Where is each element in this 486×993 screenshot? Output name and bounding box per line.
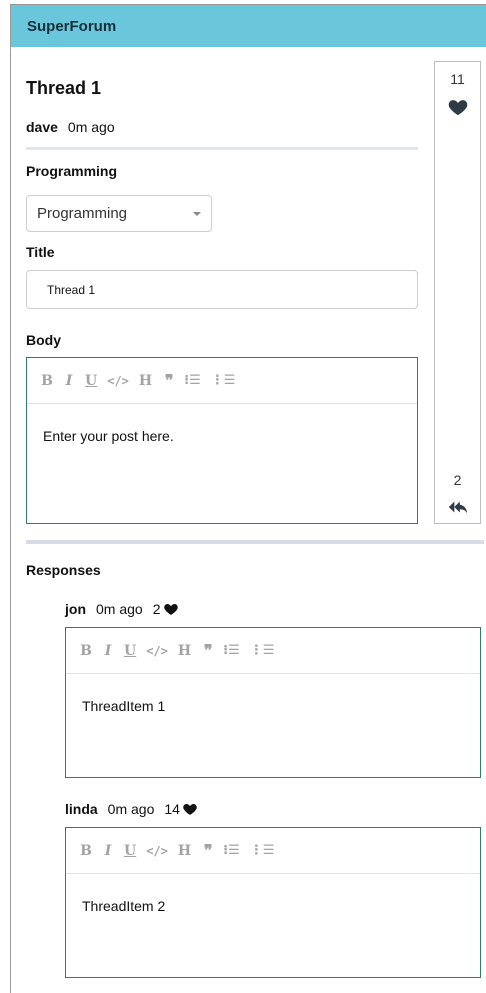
- category-selected-value: Programming: [37, 205, 128, 222]
- category-label: Programming: [26, 163, 118, 179]
- response-body[interactable]: ThreadItem 1: [66, 674, 480, 738]
- section-divider: [26, 540, 484, 544]
- heart-icon[interactable]: [163, 601, 179, 617]
- reply-all-icon[interactable]: [447, 496, 469, 518]
- italic-button[interactable]: I: [102, 843, 114, 859]
- chevron-down-icon: [193, 211, 201, 216]
- brand-logo[interactable]: SuperForum: [27, 18, 116, 35]
- points-count: 11: [450, 71, 465, 87]
- italic-button[interactable]: I: [102, 643, 114, 659]
- response-author[interactable]: linda: [65, 801, 98, 817]
- heart-icon[interactable]: [447, 96, 469, 118]
- response-body[interactable]: ThreadItem 2: [66, 874, 480, 938]
- heart-icon[interactable]: [182, 801, 198, 817]
- likes-count: 14: [164, 801, 180, 817]
- code-button[interactable]: </>: [146, 644, 168, 658]
- editor-toolbar: B I U </> H ❞ ⁝☰ ⋮☰: [27, 358, 417, 404]
- response-timestamp: 0m ago: [107, 801, 155, 817]
- title-input[interactable]: Thread 1: [26, 270, 418, 309]
- code-button[interactable]: </>: [107, 374, 129, 388]
- category-select[interactable]: Programming: [26, 195, 212, 232]
- code-button[interactable]: </>: [146, 844, 168, 858]
- bold-button[interactable]: B: [80, 643, 92, 659]
- bullet-list-button[interactable]: ⋮☰: [250, 643, 275, 658]
- underline-button[interactable]: U: [124, 643, 136, 659]
- thread-author[interactable]: dave: [26, 119, 58, 135]
- response-likes: 14: [164, 801, 198, 817]
- ordered-list-button[interactable]: ⁝☰: [184, 373, 201, 388]
- underline-button[interactable]: U: [124, 843, 136, 859]
- bullet-list-button[interactable]: ⋮☰: [211, 373, 236, 388]
- quote-button[interactable]: ❞: [162, 371, 174, 390]
- thread-stats-card: 11 2: [434, 61, 481, 524]
- response-timestamp: 0m ago: [96, 601, 143, 617]
- quote-button[interactable]: ❞: [201, 641, 213, 660]
- editor-toolbar: B I U </> H ❞ ⁝☰ ⋮☰: [66, 828, 480, 874]
- body-editor-content[interactable]: Enter your post here.: [27, 404, 417, 468]
- navbar: SuperForum: [11, 5, 486, 47]
- response-meta: jon 0m ago 2: [65, 601, 179, 617]
- ordered-list-button[interactable]: ⁝☰: [223, 643, 240, 658]
- thread-timestamp: 0m ago: [67, 119, 115, 135]
- heading-button[interactable]: H: [178, 643, 191, 659]
- title-input-value: Thread 1: [47, 282, 96, 297]
- italic-button[interactable]: I: [63, 373, 75, 389]
- editor-toolbar: B I U </> H ❞ ⁝☰ ⋮☰: [66, 628, 480, 674]
- thread-meta: dave 0m ago: [26, 119, 115, 135]
- ordered-list-button[interactable]: ⁝☰: [223, 843, 240, 858]
- response-meta: linda 0m ago 14: [65, 801, 198, 817]
- responses-count: 2: [453, 472, 462, 488]
- title-label: Title: [26, 244, 55, 260]
- bullet-list-button[interactable]: ⋮☰: [250, 843, 275, 858]
- bold-button[interactable]: B: [80, 843, 92, 859]
- thread-title: Thread 1: [26, 78, 102, 98]
- body-label: Body: [26, 332, 61, 348]
- response-likes: 2: [153, 601, 179, 617]
- response-author[interactable]: jon: [65, 601, 86, 617]
- bold-button[interactable]: B: [41, 373, 53, 389]
- meta-divider: [26, 147, 418, 150]
- likes-count: 2: [152, 601, 161, 617]
- response-editor[interactable]: B I U </> H ❞ ⁝☰ ⋮☰ ThreadItem 1: [65, 627, 481, 778]
- quote-button[interactable]: ❞: [201, 841, 213, 860]
- underline-button[interactable]: U: [85, 373, 97, 389]
- responses-heading: Responses: [26, 562, 101, 578]
- heading-button[interactable]: H: [139, 373, 152, 389]
- response-editor[interactable]: B I U </> H ❞ ⁝☰ ⋮☰ ThreadItem 2: [65, 827, 481, 978]
- body-editor[interactable]: B I U </> H ❞ ⁝☰ ⋮☰ Enter your post here…: [26, 357, 418, 524]
- heading-button[interactable]: H: [178, 843, 191, 859]
